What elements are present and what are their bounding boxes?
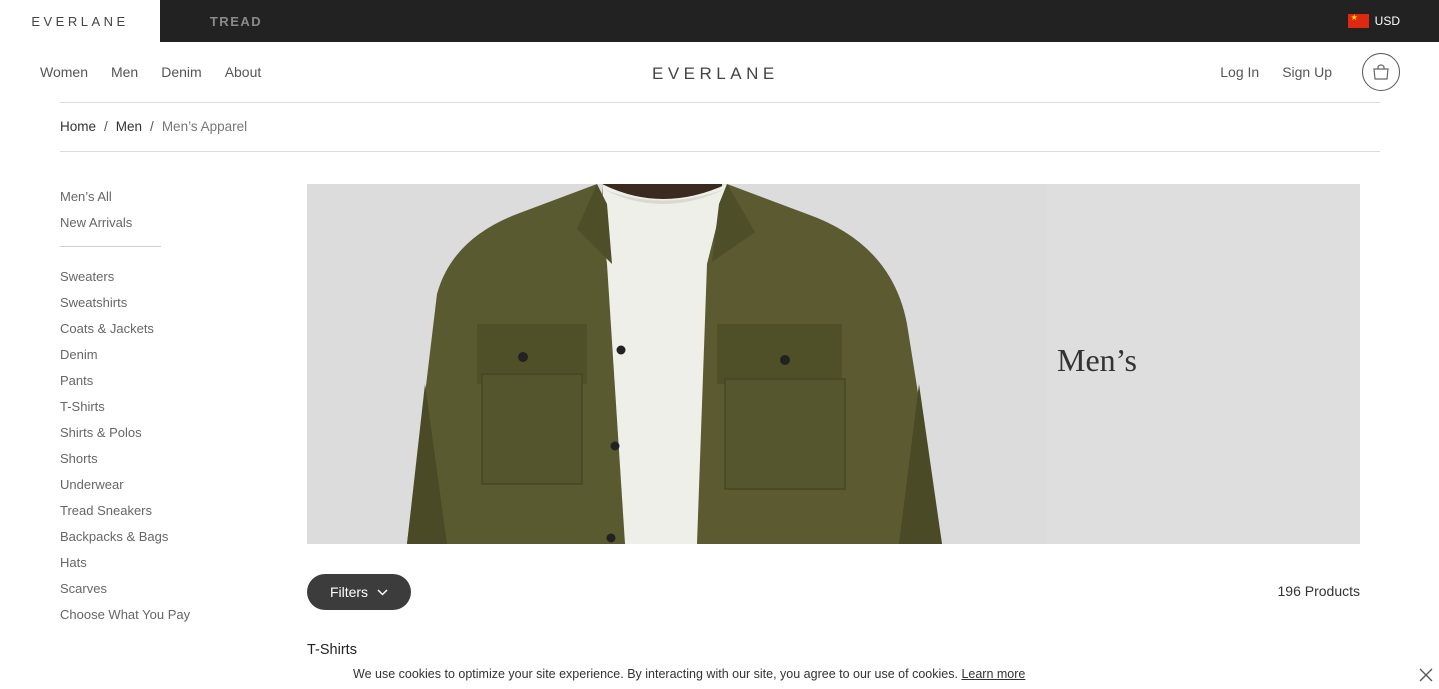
brand-tab-tread[interactable]: TREAD xyxy=(160,0,312,42)
sidebar-item-shorts[interactable]: Shorts xyxy=(60,450,260,476)
hero-title: Men’s xyxy=(1057,342,1137,378)
filters-label: Filters xyxy=(329,584,369,600)
sidebar-item-t-shirts[interactable]: T-Shirts xyxy=(60,398,260,424)
currency-label: USD xyxy=(1374,14,1400,28)
hero-banner: Men’s xyxy=(307,184,1360,544)
currency-selector[interactable]: USD xyxy=(1347,0,1400,42)
bag-icon xyxy=(1373,64,1389,80)
filters-button[interactable]: Filters xyxy=(307,574,411,610)
sidebar-item-tread-sneakers[interactable]: Tread Sneakers xyxy=(60,502,260,528)
close-icon[interactable] xyxy=(1418,667,1434,683)
cart-button[interactable] xyxy=(1362,53,1400,91)
section-title: T-Shirts xyxy=(307,642,357,658)
breadcrumb-divider xyxy=(60,151,1380,152)
site-logo[interactable]: EVERLANE xyxy=(652,64,779,84)
sidebar-item-sweaters[interactable]: Sweaters xyxy=(60,268,260,294)
login-link[interactable]: Log In xyxy=(1220,64,1259,80)
nav-men[interactable]: Men xyxy=(111,64,138,80)
brand-tab-everlane[interactable]: EVERLANE xyxy=(0,0,160,42)
breadcrumb-men[interactable]: Men xyxy=(116,119,142,134)
sidebar-item-pants[interactable]: Pants xyxy=(60,372,260,398)
breadcrumb-current: Men’s Apparel xyxy=(161,119,248,134)
sidebar-item-mens-all[interactable]: Men’s All xyxy=(60,188,260,214)
breadcrumb-separator: / xyxy=(104,119,108,134)
nav-about[interactable]: About xyxy=(225,64,262,80)
sidebar-item-coats-jackets[interactable]: Coats & Jackets xyxy=(60,320,260,346)
header-divider xyxy=(60,102,1380,103)
cookie-banner: We use cookies to optimize your site exp… xyxy=(0,661,1439,689)
signup-link[interactable]: Sign Up xyxy=(1282,64,1332,80)
sidebar-item-shirts-polos[interactable]: Shirts & Polos xyxy=(60,424,260,450)
primary-nav: Women Men Denim About xyxy=(40,42,284,102)
account-nav: Log In Sign Up xyxy=(1197,42,1400,102)
cookie-learn-more-link[interactable]: Learn more xyxy=(961,667,1025,681)
nav-denim[interactable]: Denim xyxy=(161,64,201,80)
nav-women[interactable]: Women xyxy=(40,64,88,80)
sidebar-divider xyxy=(60,246,161,247)
brand-bar: EVERLANE TREAD USD xyxy=(0,0,1439,42)
breadcrumb-separator: / xyxy=(150,119,154,134)
cookie-text: We use cookies to optimize your site exp… xyxy=(353,667,958,681)
breadcrumb-home[interactable]: Home xyxy=(60,119,96,134)
sidebar-item-denim[interactable]: Denim xyxy=(60,346,260,372)
hero-image xyxy=(407,184,942,544)
main-header: Women Men Denim About EVERLANE Log In Si… xyxy=(0,42,1439,102)
sidebar-item-choose-what-you-pay[interactable]: Choose What You Pay xyxy=(60,606,260,632)
sidebar-item-scarves[interactable]: Scarves xyxy=(60,580,260,606)
sidebar-item-underwear[interactable]: Underwear xyxy=(60,476,260,502)
sidebar-item-sweatshirts[interactable]: Sweatshirts xyxy=(60,294,260,320)
cookie-message: We use cookies to optimize your site exp… xyxy=(353,667,1025,681)
china-flag-icon xyxy=(1347,13,1369,28)
sidebar-item-new-arrivals[interactable]: New Arrivals xyxy=(60,214,260,240)
sidebar-item-hats[interactable]: Hats xyxy=(60,554,260,580)
product-count: 196 Products xyxy=(1277,583,1361,599)
chevron-down-icon xyxy=(377,588,388,596)
breadcrumb: Home / Men / Men’s Apparel xyxy=(60,119,247,134)
sidebar-item-backpacks-bags[interactable]: Backpacks & Bags xyxy=(60,528,260,554)
category-sidebar: Men’s All New Arrivals Sweaters Sweatshi… xyxy=(60,188,260,632)
